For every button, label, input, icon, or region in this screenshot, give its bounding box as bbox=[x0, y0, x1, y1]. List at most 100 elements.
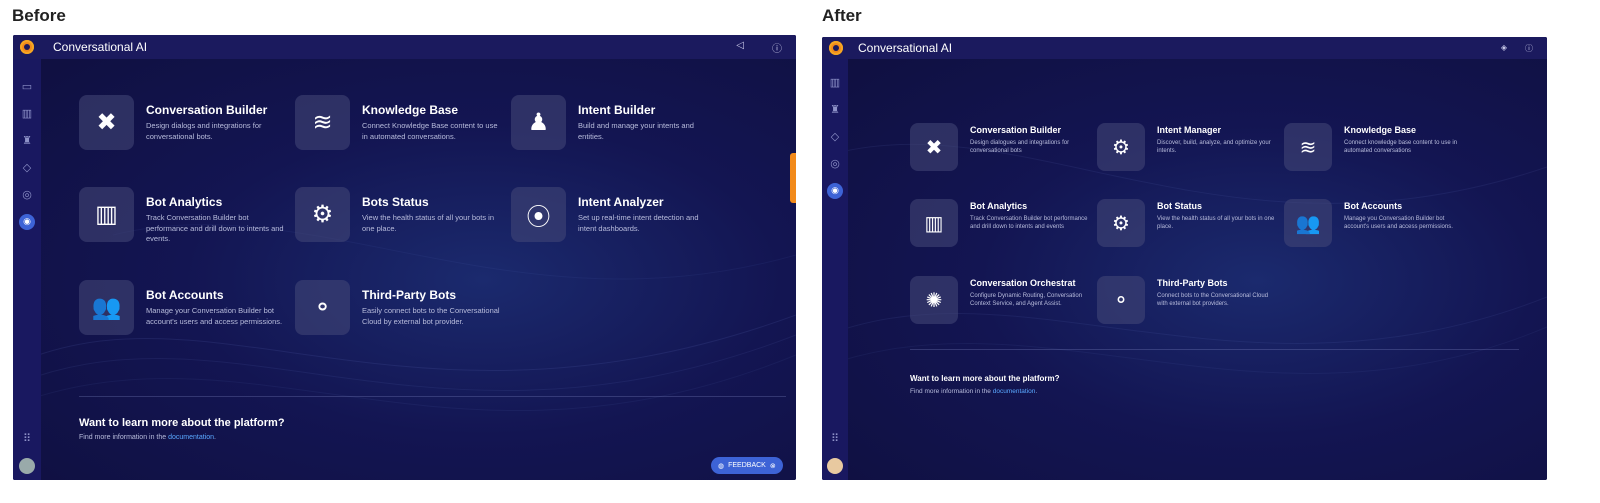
card-title: Bot Analytics bbox=[146, 195, 223, 209]
intent-builder-icon: ♟ bbox=[511, 95, 566, 150]
card-description: Manage you Conversation Builder bot acco… bbox=[1344, 216, 1453, 231]
card-description: Design dialogs and integrations for conv… bbox=[146, 121, 262, 141]
bar-chart-icon: ▥ bbox=[910, 199, 958, 247]
help-icon[interactable]: ⓘ bbox=[772, 40, 782, 55]
feedback-button[interactable]: ◍ FEEDBACK ⊗ bbox=[711, 457, 783, 474]
card-title: Intent Manager bbox=[1157, 125, 1222, 135]
learn-subtitle: Find more information in the documentati… bbox=[79, 434, 216, 441]
card-description: Connect Knowledge Base content to use in… bbox=[362, 121, 498, 141]
gears-icon: ⚙ bbox=[1097, 199, 1145, 247]
card-title: Third-Party Bots bbox=[362, 288, 457, 302]
apps-grid-icon[interactable]: ⠿ bbox=[822, 425, 848, 452]
network-icon: ⚬ bbox=[295, 280, 350, 335]
after-caption: After bbox=[822, 6, 862, 25]
bot-icon[interactable]: ◉ bbox=[822, 177, 848, 204]
learn-title: Want to learn more about the platform? bbox=[910, 374, 1060, 383]
card-title: Conversation Orchestrat bbox=[970, 278, 1076, 288]
card-description: View the health status of all your bots … bbox=[362, 213, 495, 233]
card-description: Discover, build, analyze, and optimize y… bbox=[1157, 140, 1271, 155]
database-icon: ≋ bbox=[1284, 123, 1332, 171]
card-bot-analytics[interactable]: ▥ Bot Analytics Track Conversation Builder… bbox=[79, 187, 284, 245]
card-title: Bot Accounts bbox=[1344, 201, 1403, 211]
analytics-icon[interactable]: ▥ bbox=[822, 69, 848, 96]
card-bots-status[interactable]: ⚙ Bots Status View the health status of al… bbox=[295, 187, 500, 242]
bot-icon[interactable]: ◉ bbox=[13, 208, 41, 235]
card-bot-analytics[interactable]: ▥ Bot Analytics Track Conversation Builder… bbox=[910, 199, 1092, 247]
card-conversation-builder[interactable]: ✖ Conversation Builder Design dialogues an… bbox=[910, 123, 1092, 171]
card-bot-accounts[interactable]: 👥 Bot Accounts Manage you Conversation Bui… bbox=[1284, 199, 1466, 247]
card-description: Connect knowledge base content to use in… bbox=[1344, 140, 1458, 155]
users-icon: 👥 bbox=[79, 280, 134, 335]
database-icon: ≋ bbox=[295, 95, 350, 150]
card-conversation-orchestrat[interactable]: ✺ Conversation Orchestrat Configure Dynami… bbox=[910, 276, 1092, 324]
chat-gear-icon: ✖ bbox=[910, 123, 958, 171]
tower-icon[interactable]: ♜ bbox=[13, 127, 41, 154]
before-caption: Before bbox=[12, 6, 66, 25]
card-title: Third-Party Bots bbox=[1157, 278, 1228, 288]
after-screenshot: Conversational AI ◈ ⓘ ▥ ♜ ◇ ◎ ◉ ⠿ ✖ Conve… bbox=[822, 37, 1547, 480]
analytics-icon[interactable]: ▥ bbox=[13, 100, 41, 127]
card-intent-builder[interactable]: ♟ Intent Builder Build and manage your int… bbox=[511, 95, 716, 150]
megaphone-icon[interactable]: ◁ bbox=[736, 40, 744, 55]
app-title: Conversational AI bbox=[53, 40, 148, 54]
shield-icon[interactable]: ◈ bbox=[1501, 43, 1507, 54]
divider bbox=[79, 396, 786, 397]
top-bar: Conversational AI ◈ ⓘ bbox=[822, 37, 1547, 59]
top-bar: Conversational AI ◁ ⓘ bbox=[13, 35, 796, 59]
close-icon: ⊗ bbox=[769, 462, 776, 470]
documentation-link[interactable]: documentation bbox=[993, 388, 1036, 395]
tag-icon[interactable]: ◇ bbox=[13, 154, 41, 181]
logo bbox=[822, 37, 850, 59]
intent-manager-icon: ⚙ bbox=[1097, 123, 1145, 171]
card-third-party-bots[interactable]: ⚬ Third-Party Bots Connect bots to the Con… bbox=[1097, 276, 1279, 324]
learn-title: Want to learn more about the platform? bbox=[79, 417, 285, 429]
card-description: Easily connect bots to the Conversationa… bbox=[362, 306, 500, 326]
avatar[interactable] bbox=[19, 458, 35, 474]
person-circle-icon[interactable]: ◎ bbox=[13, 181, 41, 208]
tower-icon[interactable]: ♜ bbox=[822, 96, 848, 123]
card-title: Bot Analytics bbox=[970, 201, 1028, 211]
card-knowledge-base[interactable]: ≋ Knowledge Base Connect Knowledge Base co… bbox=[295, 95, 500, 150]
signal-chart-icon: ⦿ bbox=[511, 187, 566, 242]
conversations-icon[interactable]: ▭ bbox=[13, 73, 41, 100]
card-description: Set up real-time intent detection and in… bbox=[578, 213, 699, 233]
card-bot-accounts[interactable]: 👥 Bot Accounts Manage your Conversation Bu… bbox=[79, 280, 284, 335]
gears-icon: ⚙ bbox=[295, 187, 350, 242]
card-intent-manager[interactable]: ⚙ Intent Manager Discover, build, analyze,… bbox=[1097, 123, 1279, 171]
card-title: Conversation Builder bbox=[970, 125, 1062, 135]
divider bbox=[910, 349, 1519, 350]
card-title: Bot Accounts bbox=[146, 288, 224, 302]
card-description: Track Conversation Builder bot performan… bbox=[970, 216, 1088, 231]
card-third-party-bots[interactable]: ⚬ Third-Party Bots Easily connect bots to … bbox=[295, 280, 500, 335]
card-title: Knowledge Base bbox=[362, 103, 459, 117]
sidebar: ▭ ▥ ♜ ◇ ◎ ◉ ⠿ bbox=[13, 59, 41, 480]
card-title: Knowledge Base bbox=[1344, 125, 1417, 135]
help-icon[interactable]: ⓘ bbox=[1525, 43, 1533, 54]
card-knowledge-base[interactable]: ≋ Knowledge Base Connect knowledge base co… bbox=[1284, 123, 1466, 171]
card-title: Intent Analyzer bbox=[578, 195, 664, 209]
tag-icon[interactable]: ◇ bbox=[822, 123, 848, 150]
before-screenshot: Conversational AI ◁ ⓘ ▭ ▥ ♜ ◇ ◎ ◉ ⠿ ✖ Con… bbox=[13, 35, 796, 480]
bar-chart-icon: ▥ bbox=[79, 187, 134, 242]
card-description: Track Conversation Builder bot performan… bbox=[146, 213, 284, 243]
person-circle-icon[interactable]: ◎ bbox=[822, 150, 848, 177]
logo bbox=[13, 35, 41, 59]
card-title: Conversation Builder bbox=[146, 103, 268, 117]
card-bot-status[interactable]: ⚙ Bot Status View the health status of all… bbox=[1097, 199, 1279, 247]
card-conversation-builder[interactable]: ✖ Conversation Builder Design dialogs and … bbox=[79, 95, 284, 150]
apps-grid-icon[interactable]: ⠿ bbox=[13, 425, 41, 452]
card-title: Bots Status bbox=[362, 195, 429, 209]
avatar[interactable] bbox=[827, 458, 843, 474]
card-description: Connect bots to the Conversational Cloud… bbox=[1157, 293, 1269, 308]
network-icon: ⚬ bbox=[1097, 276, 1145, 324]
chat-gear-icon: ✖ bbox=[79, 95, 134, 150]
card-title: Bot Status bbox=[1157, 201, 1202, 211]
card-intent-analyzer[interactable]: ⦿ Intent Analyzer Set up real-time intent … bbox=[511, 187, 716, 242]
card-description: View the health status of all your bots … bbox=[1157, 216, 1275, 231]
sidebar: ▥ ♜ ◇ ◎ ◉ ⠿ bbox=[822, 59, 848, 480]
card-description: Build and manage your intents and entiti… bbox=[578, 121, 694, 141]
documentation-link[interactable]: documentation bbox=[168, 434, 214, 441]
app-title: Conversational AI bbox=[858, 41, 953, 55]
side-panel-handle[interactable] bbox=[790, 153, 796, 203]
feedback-icon: ◍ bbox=[718, 462, 725, 470]
